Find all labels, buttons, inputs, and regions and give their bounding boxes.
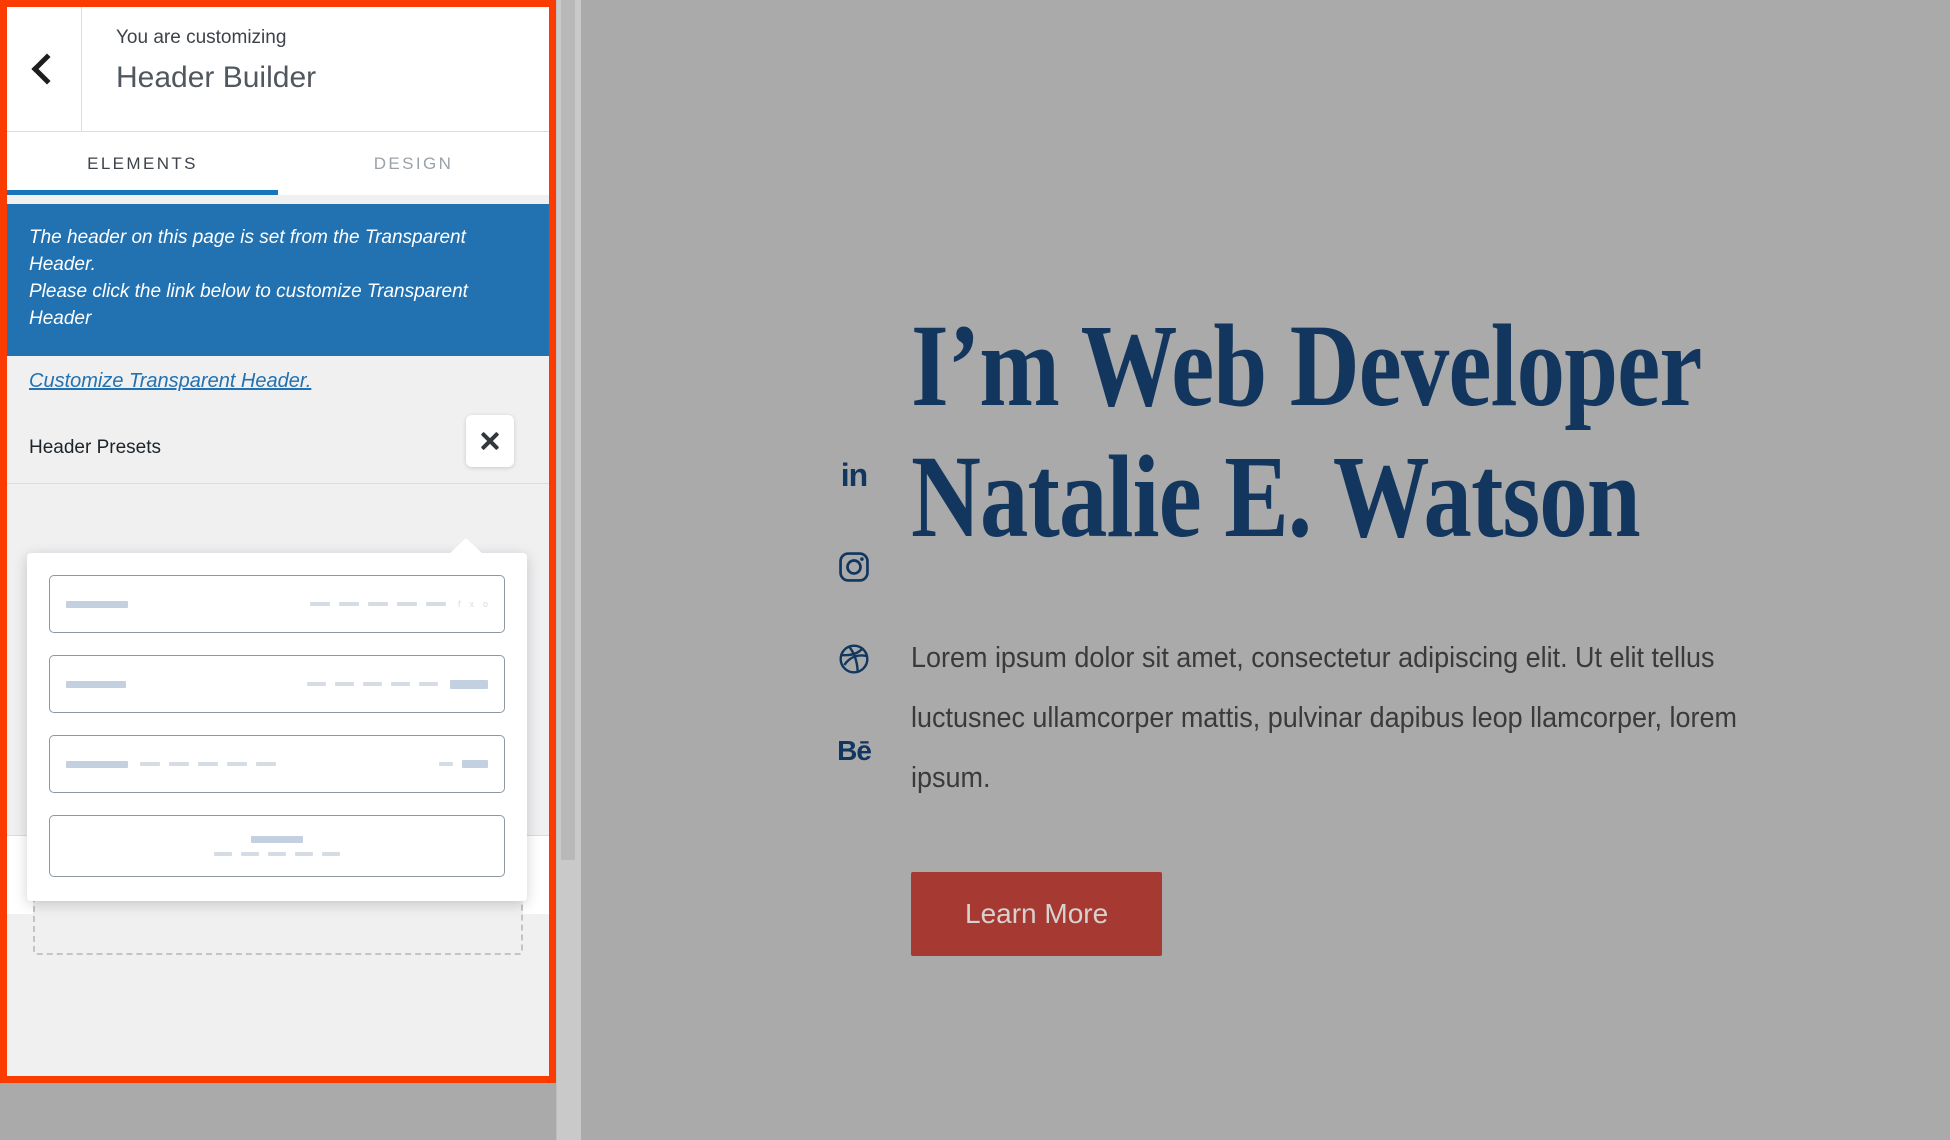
behance-icon[interactable]: Bē — [834, 731, 874, 771]
preset-menu-placeholder — [214, 852, 340, 856]
customizer-tabs: ELEMENTS DESIGN — [7, 132, 549, 195]
preset-social-placeholder: fxo — [457, 598, 488, 609]
popover-arrow-icon — [449, 538, 483, 554]
hero-paragraph: Lorem ipsum dolor sit amet, consectetur … — [911, 642, 1737, 794]
app-screen: You are customizing Header Builder ELEME… — [0, 0, 1950, 1140]
instagram-icon[interactable] — [834, 547, 874, 587]
preset-logo-placeholder — [251, 836, 303, 843]
tabs-separator — [7, 195, 549, 204]
back-button[interactable] — [7, 7, 82, 131]
hero-headline-line-2: Natalie E. Watson — [911, 430, 1641, 562]
presets-divider — [7, 482, 549, 484]
customizer-panel-inner: You are customizing Header Builder ELEME… — [7, 7, 549, 1076]
panel-scrollbar[interactable] — [556, 0, 582, 1140]
close-presets-button[interactable] — [466, 414, 514, 467]
hero-content: I’m Web Developer Natalie E. Watson Lore… — [911, 0, 1910, 957]
site-preview: in Bē I’m Web Developer Natalie E. Watso… — [581, 0, 1950, 1140]
preset-option-3[interactable] — [49, 735, 505, 793]
preset-menu-placeholder — [140, 762, 276, 766]
header-presets-label: Header Presets — [29, 436, 162, 458]
active-tab-underline — [7, 190, 278, 195]
preset-centered-stack — [66, 836, 488, 856]
customize-transparent-header-link[interactable]: Customize Transparent Header. — [29, 370, 311, 392]
transparent-header-notice: The header on this page is set from the … — [7, 204, 549, 356]
hero-headline-line-1: I’m Web Developer — [911, 300, 1702, 431]
preset-logo-placeholder — [66, 600, 128, 608]
social-links: in Bē — [834, 455, 874, 771]
learn-more-button[interactable]: Learn More — [911, 872, 1163, 957]
panel-scrollbar-thumb[interactable] — [561, 0, 575, 860]
preset-menu-placeholder — [307, 682, 438, 686]
panel-filler — [7, 1011, 549, 1076]
preset-option-2[interactable] — [49, 655, 505, 713]
tab-elements[interactable]: ELEMENTS — [7, 132, 278, 195]
customizer-title-block: You are customizing Header Builder — [82, 7, 316, 131]
customize-link-wrap: Customize Transparent Header. — [7, 355, 549, 423]
hero-section: in Bē I’m Web Developer Natalie E. Watso… — [581, 0, 1950, 1140]
dribbble-icon[interactable] — [834, 639, 874, 679]
notice-line-2: Please click the link below to customize… — [29, 281, 468, 330]
linkedin-icon[interactable]: in — [834, 455, 874, 495]
header-presets-row: Header Presets — [7, 414, 549, 485]
tab-design[interactable]: DESIGN — [278, 132, 549, 195]
preset-logo-placeholder — [66, 760, 128, 768]
chevron-left-icon — [30, 53, 63, 85]
preset-trailing-placeholder — [439, 760, 488, 768]
customizer-header: You are customizing Header Builder — [7, 7, 549, 132]
preset-menu-placeholder — [309, 602, 446, 606]
preset-option-1[interactable]: fxo — [49, 575, 505, 633]
close-icon — [479, 430, 501, 452]
notice-line-1: The header on this page is set from the … — [29, 227, 466, 276]
header-presets-popover: fxo — [27, 538, 527, 901]
preset-option-4[interactable] — [49, 815, 505, 877]
page-title: Header Builder — [116, 60, 317, 94]
customizing-eyebrow: You are customizing — [116, 27, 287, 48]
preset-button-placeholder — [450, 679, 488, 689]
preset-logo-placeholder — [66, 680, 126, 688]
customizer-panel: You are customizing Header Builder ELEME… — [0, 0, 556, 1083]
